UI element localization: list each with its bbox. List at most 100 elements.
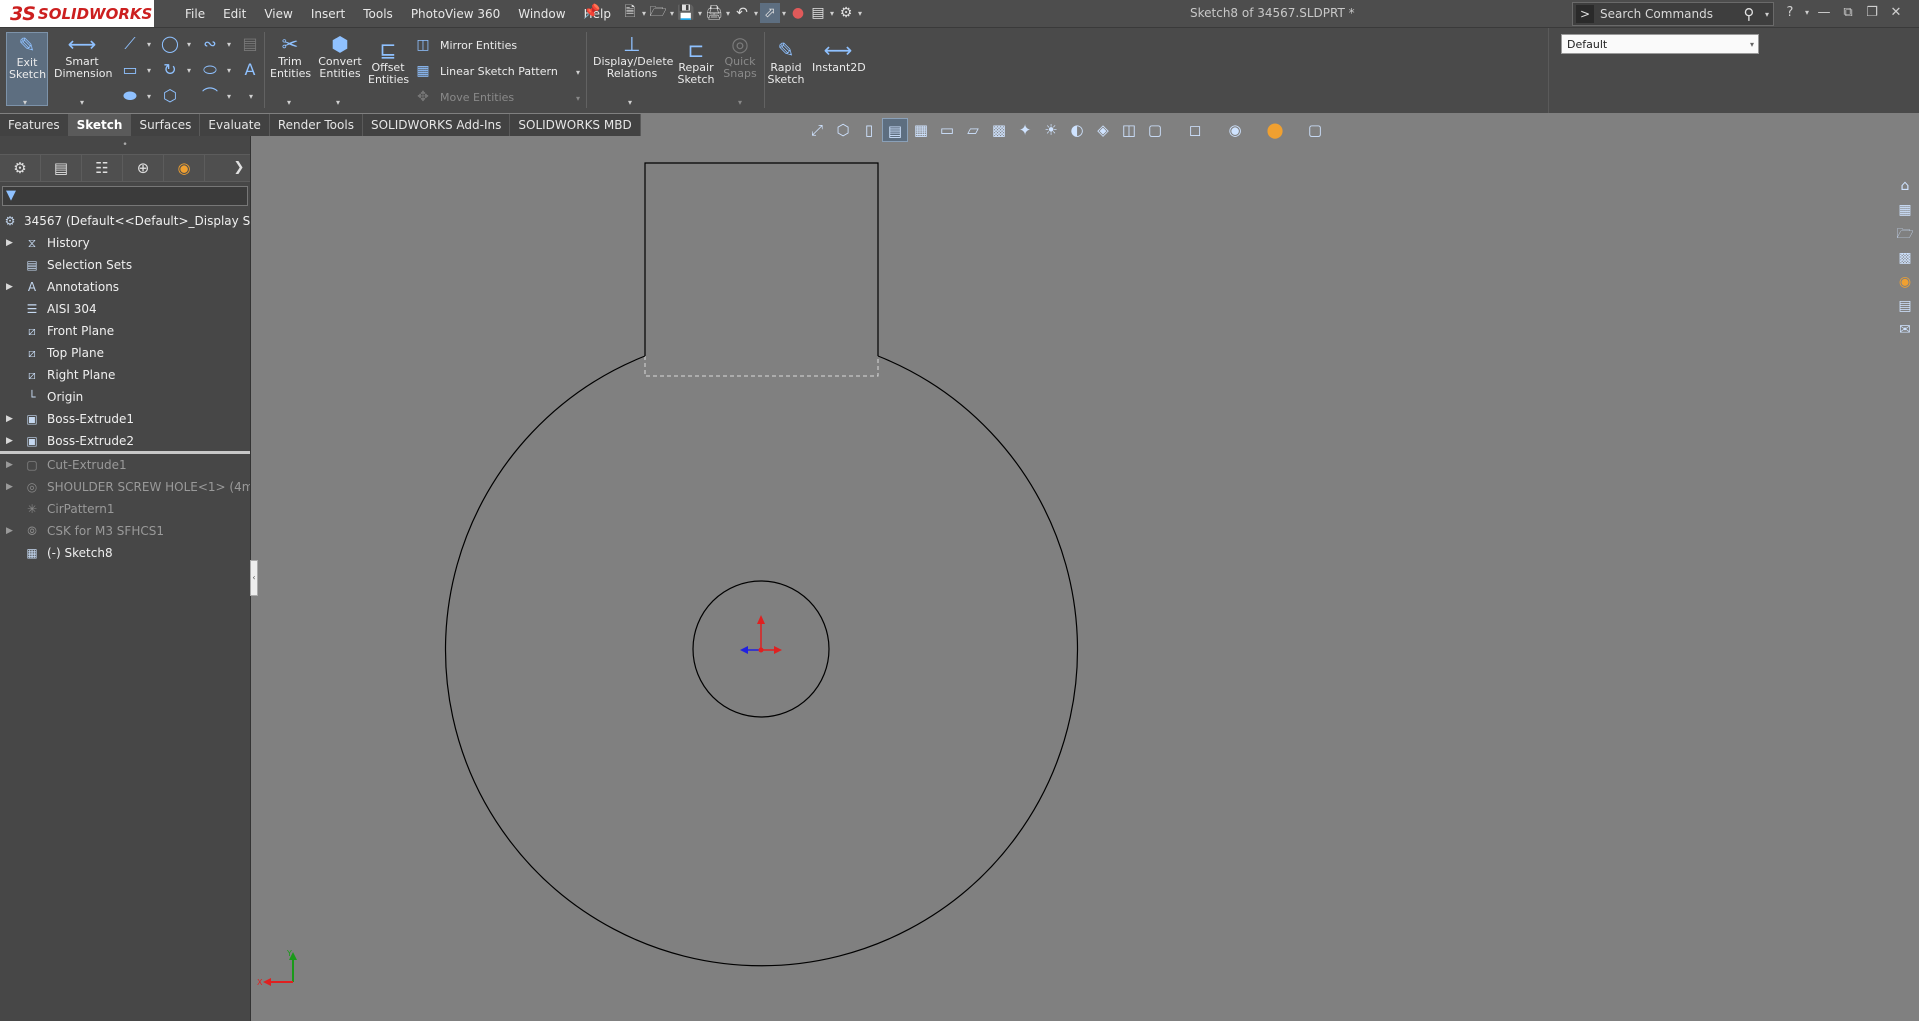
ellipse-tool-icon[interactable]: ⬭ [200,60,220,80]
tab-sketch[interactable]: Sketch [68,114,132,136]
feature-tree-item[interactable]: ▦ (-) Sketch8 [0,542,250,564]
convert-entities-button[interactable]: ⬢ Convert Entities [316,32,364,80]
feature-tree-item[interactable]: ☰ AISI 304 [0,298,250,320]
tab-evaluate[interactable]: Evaluate [200,114,270,136]
expand-arrow-icon[interactable]: ▶ [6,408,13,430]
select-pointer-icon[interactable]: ⬀ [760,3,780,23]
tab-surfaces[interactable]: Surfaces [131,114,201,136]
feature-tree-root[interactable]: ⚙ 34567 (Default<<Default>_Display State … [0,210,250,232]
print-dropdown-icon[interactable]: ▾ [724,9,732,18]
smart-dimension-dropdown-icon[interactable]: ▾ [80,98,84,107]
fillet-tool-icon[interactable]: ⌒ [200,86,220,106]
open-dropdown-icon[interactable]: ▾ [668,9,676,18]
linear-pattern-dropdown-icon[interactable]: ▾ [576,68,580,77]
tab-features[interactable]: Features [0,114,69,136]
menu-file[interactable]: File [176,7,214,21]
feature-tree-item[interactable]: ▶ ⦾ CSK for M3 SFHCS1 [0,520,250,542]
sketch-outer-circle[interactable] [444,355,1079,967]
point-dropdown-icon[interactable]: ▾ [249,92,253,101]
rectangle-tool-icon[interactable]: ▭ [120,60,140,80]
menu-edit[interactable]: Edit [214,7,255,21]
file-explorer-icon[interactable]: 🗁 [1893,223,1917,245]
expand-arrow-icon[interactable]: ▶ [6,476,13,498]
new-dropdown-icon[interactable]: ▾ [640,9,648,18]
new-document-icon[interactable]: 🗎 [620,3,640,23]
restore-icon[interactable]: ❐ [1860,3,1884,23]
feature-tree-item[interactable]: ✳ CirPattern1 [0,498,250,520]
offset-entities-button[interactable]: ⊑ Offset Entities [366,38,410,86]
rapid-sketch-button[interactable]: ✎ Rapid Sketch [766,38,806,86]
expand-arrow-icon[interactable]: ▶ [6,520,13,542]
minimize-icon[interactable]: — [1812,3,1836,23]
trim-entities-button[interactable]: ✂ Trim Entities [268,32,312,80]
feature-tree-item[interactable]: ⧄ Right Plane [0,364,250,386]
relations-dropdown-icon[interactable]: ▾ [628,98,632,107]
circle-dropdown-icon[interactable]: ▾ [187,40,191,49]
feature-tree-item[interactable]: ▶ A Annotations [0,276,250,298]
tab-solidworks-mbd[interactable]: SOLIDWORKS MBD [510,114,641,136]
custom-properties-icon[interactable]: ▤ [1893,295,1917,317]
exit-sketch-button[interactable]: ✎ Exit Sketch [6,32,48,106]
file-properties-icon[interactable]: ▤ [808,3,828,23]
feature-tree-item[interactable]: ▤ Selection Sets [0,254,250,276]
open-folder-icon[interactable]: 🗁 [648,3,668,23]
feature-tree-item[interactable]: ⧄ Front Plane [0,320,250,342]
repair-sketch-button[interactable]: ⊏ Repair Sketch [676,38,716,86]
menu-view[interactable]: View [255,7,301,21]
trim-dropdown-icon[interactable]: ▾ [287,98,291,107]
pin-menu-icon[interactable]: 📌 [583,4,600,20]
menu-window[interactable]: Window [509,7,574,21]
close-icon[interactable]: ✕ [1884,3,1908,23]
ellipse-dropdown-icon[interactable]: ▾ [227,66,231,75]
fillet-dropdown-icon[interactable]: ▾ [227,92,231,101]
view-palette-icon[interactable]: ▩ [1893,247,1917,269]
convert-dropdown-icon[interactable]: ▾ [336,98,340,107]
sketch-origin-icon[interactable] [740,615,782,654]
display-delete-relations-button[interactable]: ⊥ Display/Delete Relations [592,32,673,80]
feature-tree-item[interactable]: └ Origin [0,386,250,408]
save-dropdown-icon[interactable]: ▾ [696,9,704,18]
help-icon[interactable]: ? [1778,3,1802,23]
sketch-tab-rectangle[interactable] [644,162,879,356]
search-dropdown-icon[interactable]: ▾ [1761,10,1773,19]
instant2d-button[interactable]: ⟷ Instant2D [812,38,866,74]
solidworks-forum-icon[interactable]: ✉ [1893,319,1917,341]
linear-sketch-pattern-button[interactable]: ▦ Linear Sketch Pattern [414,62,557,80]
configurationmanager-icon[interactable]: ☷ [82,155,123,181]
panel-grip-handle[interactable]: • [0,140,250,150]
select-dropdown-icon[interactable]: ▾ [780,9,788,18]
design-library-icon[interactable]: ▦ [1893,199,1917,221]
search-input[interactable]: Search Commands [1600,7,1737,21]
options-gear-icon[interactable]: ⚙ [836,3,856,23]
expand-arrow-icon[interactable]: ▶ [6,430,13,452]
expand-arrow-icon[interactable]: ▶ [6,276,13,298]
polygon-tool-icon[interactable]: ⬡ [160,86,180,106]
line-tool-icon[interactable]: ⟋ [120,34,140,54]
configuration-dropdown[interactable]: Default ▾ [1561,34,1759,54]
rectangle-dropdown-icon[interactable]: ▾ [147,66,151,75]
undo-icon[interactable]: ↶ [732,3,752,23]
exit-sketch-dropdown-icon[interactable]: ▾ [23,98,27,107]
menu-photoview[interactable]: PhotoView 360 [402,7,509,21]
graphics-area[interactable] [251,136,1919,1021]
save-icon[interactable]: 💾 [676,3,696,23]
print-icon[interactable]: 🖨 [704,3,724,23]
text-tool-icon[interactable]: A [240,60,260,80]
feature-tree-item[interactable]: ▶ ▣ Boss-Extrude2 [0,430,250,452]
feature-tree-item[interactable]: ⧄ Top Plane [0,342,250,364]
circle-tool-icon[interactable]: ◯ [160,34,180,54]
appearances-scenes-icon[interactable]: ◉ [1893,271,1917,293]
smart-dimension-button[interactable]: ⟷ Smart Dimension [52,32,112,80]
dimxpert-manager-icon[interactable]: ⊕ [123,155,164,181]
expand-arrow-icon[interactable]: ▶ [6,232,13,254]
arc-tool-icon[interactable]: ↻ [160,60,180,80]
solidworks-logo[interactable]: 3S SOLIDWORKS [0,0,154,27]
featuremanager-tree-icon[interactable]: ⚙ [0,155,41,181]
menu-insert[interactable]: Insert [302,7,354,21]
tile-windows-icon[interactable]: ⧉ [1836,3,1860,23]
expand-arrow-icon[interactable]: ▶ [6,454,13,476]
slot-tool-icon[interactable]: ⬬ [120,86,140,106]
properties-dropdown-icon[interactable]: ▾ [828,9,836,18]
construction-dashed-outline[interactable] [644,356,879,377]
tab-render-tools[interactable]: Render Tools [269,114,363,136]
